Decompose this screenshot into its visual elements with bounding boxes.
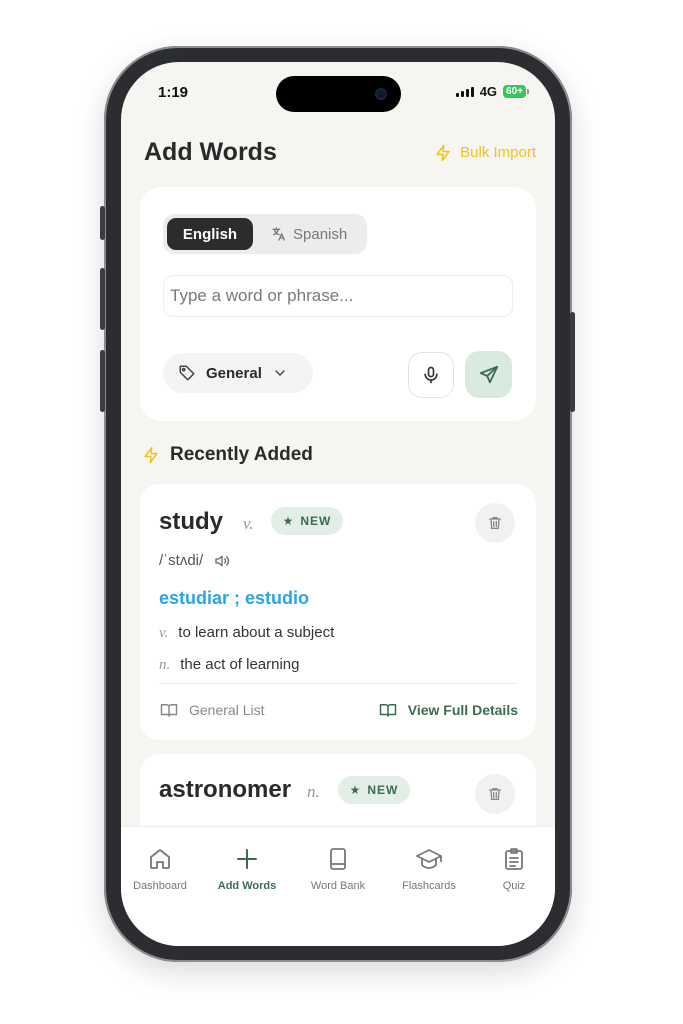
star-icon: ★: [282, 514, 295, 528]
trash-icon: [489, 517, 501, 529]
phonetic-row: /ˈstʌdi/: [159, 552, 231, 569]
tab-label: Dashboard: [133, 880, 187, 892]
new-badge: ★ NEW: [271, 507, 343, 535]
word-list-label: General List: [159, 701, 264, 719]
view-full-details-link[interactable]: View Full Details: [378, 701, 518, 719]
spanish-label: Spanish: [293, 225, 348, 243]
book-open-icon: [160, 704, 178, 717]
book-open-icon: [379, 704, 397, 717]
definition-row: n. the act of learning: [159, 656, 300, 674]
recently-added-label: Recently Added: [170, 444, 313, 465]
tab-word-bank[interactable]: Word Bank: [296, 847, 380, 892]
word-translation: estudiar ; estudio: [159, 588, 310, 608]
send-icon: [479, 365, 498, 383]
word-title: study: [159, 508, 224, 535]
language-option-english[interactable]: English: [167, 218, 253, 250]
word-title: astronomer: [159, 776, 292, 803]
star-icon: ★: [349, 783, 362, 797]
page-header: Add Words Bulk Import: [144, 138, 536, 167]
language-option-spanish[interactable]: Spanish: [271, 226, 347, 243]
tab-label: Add Words: [217, 880, 277, 892]
word-input[interactable]: [163, 275, 513, 317]
lightning-icon: [436, 144, 450, 161]
app-screen: 1:19 4G 60+ Add Words Bulk Import Englis…: [121, 62, 555, 946]
recently-added-heading: Recently Added: [142, 444, 313, 466]
book-icon: [330, 848, 346, 870]
plus-icon: [237, 849, 257, 869]
view-details-label: View Full Details: [407, 702, 518, 718]
definition-text: to learn about a subject: [178, 624, 335, 641]
trash-icon: [489, 788, 501, 800]
definition-pos: v.: [159, 625, 169, 641]
status-indicators: 4G 60+: [455, 84, 529, 99]
battery-icon: 60+: [503, 85, 529, 98]
microphone-button[interactable]: [408, 352, 454, 398]
word-card: study v. ★ NEW /ˈstʌdi/ estudiar ; estudi…: [140, 484, 536, 740]
badge-label: NEW: [300, 514, 332, 528]
status-time: 1:19: [158, 84, 189, 101]
definition-row: v. to learn about a subject: [159, 624, 334, 642]
graduation-cap-icon: [416, 849, 442, 869]
category-label: General: [206, 364, 262, 382]
action-button: [100, 206, 105, 240]
bottom-tab-bar: Dashboard Add Words Word Bank Flashcards…: [121, 826, 555, 946]
language-toggle: English Spanish: [163, 214, 367, 254]
tab-quiz[interactable]: Quiz: [472, 847, 555, 892]
category-select[interactable]: General: [163, 353, 313, 393]
tab-label: Quiz: [502, 880, 526, 892]
definition-pos: n.: [159, 657, 171, 673]
send-button[interactable]: [465, 351, 512, 398]
dynamic-island: [276, 76, 401, 112]
translate-icon: [272, 227, 285, 241]
clipboard-icon: [505, 848, 523, 870]
tab-flashcards[interactable]: Flashcards: [387, 847, 471, 892]
card-divider: [159, 683, 517, 684]
battery-level: 60+: [503, 85, 526, 98]
volume-up-button: [100, 268, 105, 330]
definition-text: the act of learning: [180, 656, 300, 673]
badge-label: NEW: [367, 783, 399, 797]
power-button: [570, 312, 575, 412]
home-icon: [150, 849, 170, 869]
network-label: 4G: [479, 84, 498, 99]
tab-label: Word Bank: [310, 880, 366, 892]
signal-icon: [455, 86, 474, 97]
tab-dashboard[interactable]: Dashboard: [121, 847, 202, 892]
speaker-icon[interactable]: [213, 553, 231, 569]
tab-label: Flashcards: [402, 880, 456, 892]
page-title: Add Words: [144, 138, 277, 166]
tag-icon: [179, 365, 195, 381]
volume-down-button: [100, 350, 105, 412]
bulk-import-label: Bulk Import: [460, 144, 536, 161]
tab-add-words[interactable]: Add Words: [205, 847, 289, 892]
list-name-text: General List: [189, 702, 265, 718]
chevron-down-icon: [275, 370, 285, 376]
lightning-icon: [144, 446, 158, 464]
phonetic-text: /ˈstʌdi/: [159, 552, 204, 569]
word-pos: n.: [307, 782, 320, 801]
new-badge: ★ NEW: [338, 776, 410, 804]
microphone-icon: [424, 366, 438, 384]
bulk-import-button[interactable]: Bulk Import: [434, 143, 536, 163]
delete-word-button[interactable]: [475, 774, 515, 814]
camera-lens: [375, 88, 387, 100]
add-word-card: English Spanish General: [140, 187, 536, 421]
delete-word-button[interactable]: [475, 503, 515, 543]
word-pos: v.: [243, 514, 254, 533]
